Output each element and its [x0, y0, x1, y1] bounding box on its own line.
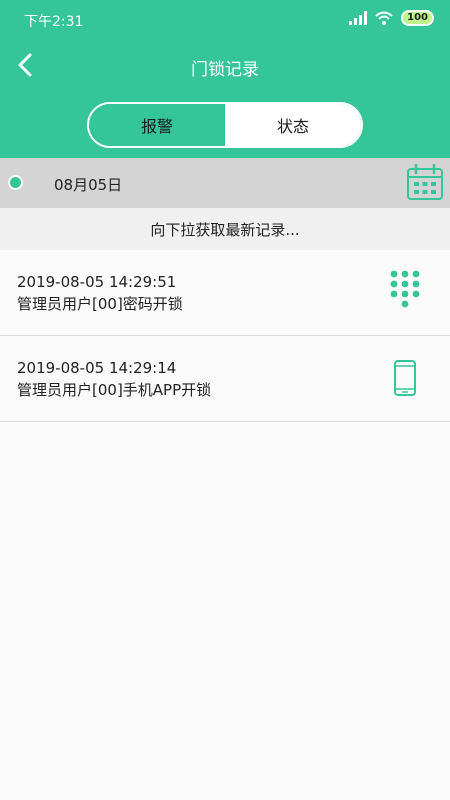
list-item[interactable]: 2019-08-05 14:29:14 管理员用户[00]手机APP开锁 [0, 336, 450, 422]
date-label: 08月05日 [54, 176, 123, 194]
app-header: 下午2:31 100 门锁记录 报警 状态 [0, 0, 450, 158]
phone-icon [394, 360, 416, 396]
wifi-icon [375, 11, 393, 25]
date-bar: 08月05日 [0, 158, 450, 208]
record-time: 2019-08-05 14:29:14 [17, 359, 177, 377]
keypad-icon [390, 270, 420, 308]
signal-icon [349, 11, 368, 25]
page-title: 门锁记录 [191, 60, 259, 80]
record-description: 管理员用户[00]密码开锁 [17, 295, 183, 313]
list-item[interactable]: 2019-08-05 14:29:51 管理员用户[00]密码开锁 [0, 250, 450, 336]
status-bar: 下午2:31 100 [0, 0, 450, 40]
record-time: 2019-08-05 14:29:51 [17, 273, 177, 291]
timeline-dot-icon [8, 175, 23, 190]
tab-switcher: 报警 状态 [87, 102, 363, 148]
calendar-icon[interactable] [406, 164, 444, 201]
tab-status[interactable]: 状态 [225, 104, 361, 146]
status-icons: 100 [349, 10, 434, 26]
record-description: 管理员用户[00]手机APP开锁 [17, 381, 212, 399]
status-time: 下午2:31 [24, 14, 84, 30]
battery-icon: 100 [401, 10, 434, 26]
record-list: 2019-08-05 14:29:51 管理员用户[00]密码开锁 2019-0… [0, 250, 450, 422]
pull-to-refresh-hint: 向下拉获取最新记录... [0, 208, 450, 250]
tab-alarm[interactable]: 报警 [89, 104, 225, 146]
